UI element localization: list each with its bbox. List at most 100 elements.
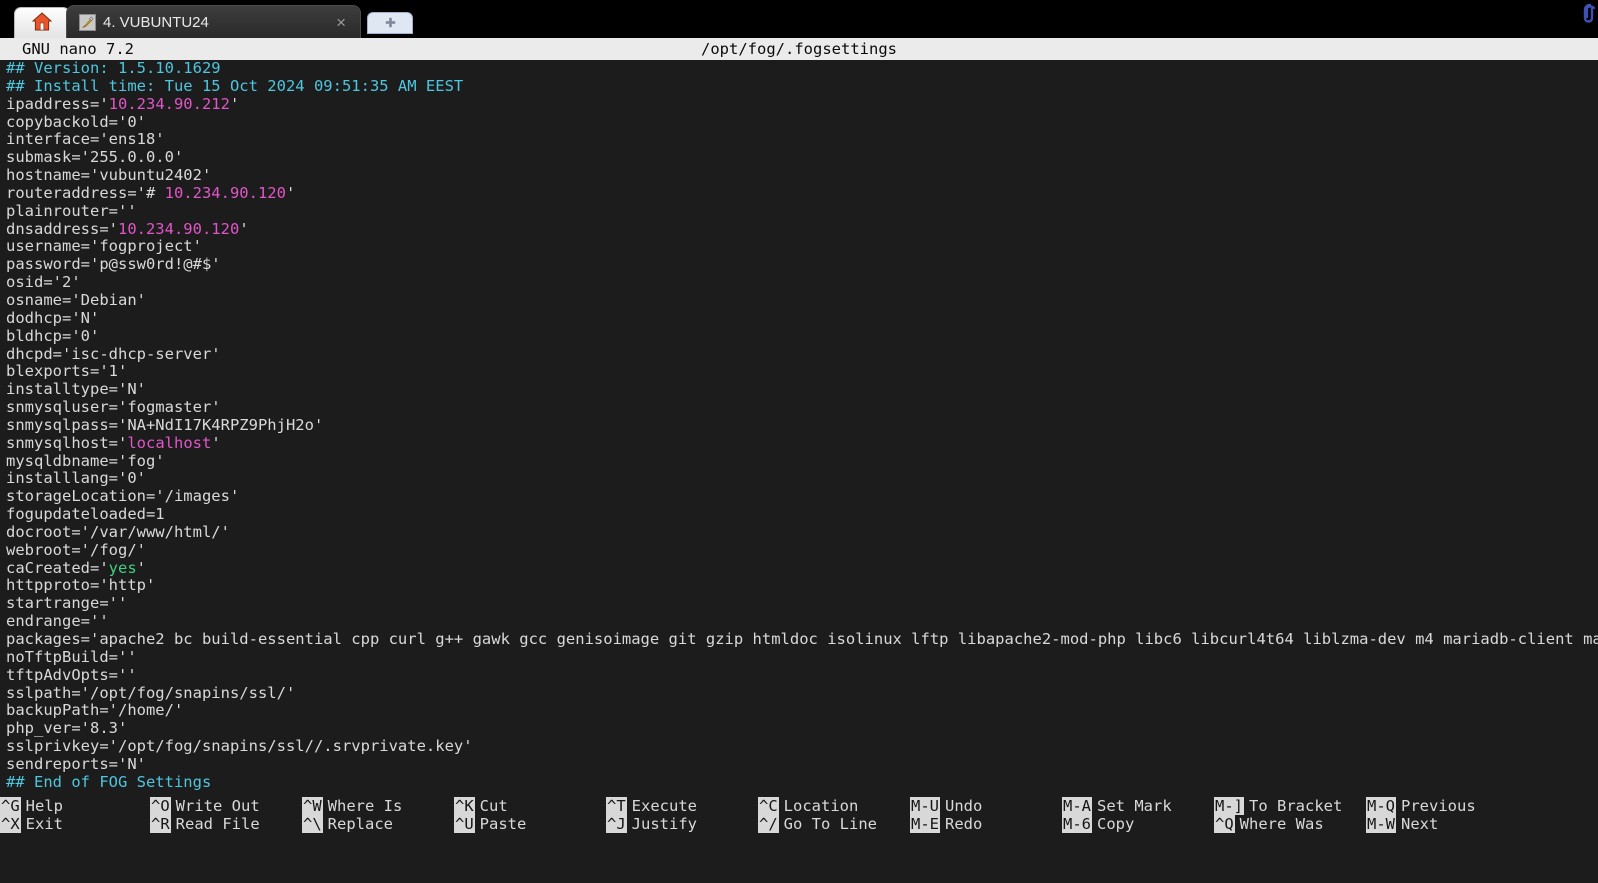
- editor-text-span: mysqldbname='fog': [6, 452, 165, 470]
- shortcut-justify[interactable]: ^J Justify: [606, 815, 758, 833]
- shortcut-key: ^R: [150, 815, 171, 833]
- editor-line: noTftpBuild='': [0, 649, 1598, 667]
- editor-text-span: copybackold='0': [6, 113, 146, 131]
- shortcut-cut[interactable]: ^K Cut: [454, 797, 606, 815]
- shortcut-label: Help: [25, 797, 63, 815]
- editor-line: backupPath='/home/': [0, 702, 1598, 720]
- editor-line: snmysqlhost='localhost': [0, 435, 1598, 453]
- shortcut-row-primary: ^G Help ^O Write Out ^W Where Is ^K Cut ^T Execut…: [0, 793, 1598, 815]
- shortcut-go-to-line[interactable]: ^/Go To Line: [758, 815, 910, 833]
- shortcut-key: ^J: [606, 815, 627, 833]
- shortcut-label: Redo: [945, 815, 983, 833]
- close-icon[interactable]: ×: [330, 14, 352, 31]
- new-tab-button[interactable]: [367, 12, 413, 34]
- editor-line: osid='2': [0, 274, 1598, 292]
- shortcut-key: ^C: [758, 797, 779, 815]
- shortcut-redo[interactable]: M-E Redo: [910, 815, 1062, 833]
- editor-text-span: 10.234.90.212: [108, 95, 230, 113]
- editor-line: tftpAdvOpts='': [0, 667, 1598, 685]
- editor-text-span: ## End of FOG Settings: [6, 773, 212, 791]
- shortcut-label: Undo: [945, 797, 983, 815]
- editor-line: installlang='0': [0, 470, 1598, 488]
- editor-line: dhcpd='isc-dhcp-server': [0, 346, 1598, 364]
- shortcut-write-out[interactable]: ^O Write Out: [150, 797, 302, 815]
- clip-icon[interactable]: [1574, 2, 1596, 24]
- editor-text-span: ': [229, 95, 240, 113]
- terminal-app-icon: [79, 13, 96, 31]
- shortcut-previous[interactable]: M-Q Previous: [1366, 797, 1518, 815]
- shortcut-replace[interactable]: ^\ Replace: [302, 815, 454, 833]
- shortcut-set-mark[interactable]: M-A Set Mark: [1062, 797, 1214, 815]
- shortcut-label: To Bracket: [1249, 797, 1343, 815]
- shortcut-copy[interactable]: M-6 Copy: [1062, 815, 1214, 833]
- shortcut-key: ^\: [302, 815, 323, 833]
- shortcut-where-is[interactable]: ^W Where Is: [302, 797, 454, 815]
- editor-line: docroot='/var/www/html/': [0, 524, 1598, 542]
- nano-text-area[interactable]: ## Version: 1.5.10.1629 ## Install time: …: [0, 60, 1598, 838]
- editor-text-span: noTftpBuild='': [6, 648, 137, 666]
- shortcut-key: ^O: [150, 797, 171, 815]
- shortcut-label: Location: [783, 797, 859, 815]
- nano-shortcut-bar: ^G Help ^O Write Out ^W Where Is ^K Cut ^T Execut…: [0, 793, 1598, 838]
- editor-text-span: startrange='': [6, 595, 128, 613]
- editor-text-span: 10.234.90.120: [164, 184, 286, 202]
- editor-line: ## Version: 1.5.10.1629: [0, 60, 1598, 78]
- editor-text-span: dhcpd='isc-dhcp-server': [6, 345, 221, 363]
- editor-line: password='p@ssw0rd!@#$': [0, 256, 1598, 274]
- shortcut-key: ^Q: [1214, 815, 1235, 833]
- editor-line: interface='ens18': [0, 131, 1598, 149]
- shortcut-read-file[interactable]: ^R Read File: [150, 815, 302, 833]
- editor-text-span: ': [211, 434, 221, 452]
- shortcut-execute[interactable]: ^T Execute: [606, 797, 758, 815]
- shortcut-exit[interactable]: ^X Exit: [0, 815, 150, 833]
- editor-text-span: sslprivkey='/opt/fog/snapins/ssl//.srvpr…: [6, 738, 473, 756]
- shortcut-label: Where Is: [327, 797, 403, 815]
- editor-text-span: plainrouter='': [6, 202, 137, 220]
- plus-icon: [385, 17, 396, 30]
- shortcut-row-secondary: ^X Exit ^R Read File ^\ Replace ^U Paste ^J Justi…: [0, 815, 1598, 833]
- editor-text-span: backupPath='/home/': [6, 702, 184, 720]
- editor-text-span: localhost: [127, 434, 212, 452]
- shortcut-key: ^X: [0, 815, 21, 833]
- editor-line: packages='apache2 bc build-essential cpp…: [0, 631, 1598, 649]
- shortcut-key: ^K: [454, 797, 475, 815]
- shortcut-undo[interactable]: M-U Undo: [910, 797, 1062, 815]
- editor-line: bldhcp='0': [0, 328, 1598, 346]
- editor-line: username='fogproject': [0, 238, 1598, 256]
- shortcut-to-bracket[interactable]: M-] To Bracket: [1214, 797, 1366, 815]
- editor-line: osname='Debian': [0, 292, 1598, 310]
- shortcut-next[interactable]: M-W Next: [1366, 815, 1518, 833]
- shortcut-label: Cut: [479, 797, 508, 815]
- editor-text-span: sendreports='N': [6, 755, 146, 773]
- terminal-tab[interactable]: 4. VUBUNTU24 ×: [66, 5, 361, 38]
- shortcut-paste[interactable]: ^U Paste: [454, 815, 606, 833]
- editor-line: blexports='1': [0, 363, 1598, 381]
- shortcut-where-was[interactable]: ^Q Where Was: [1214, 815, 1366, 833]
- nano-header-bar: GNU nano 7.2 /opt/fog/.fogsettings: [0, 38, 1598, 60]
- editor-line: sendreports='N': [0, 756, 1598, 774]
- editor-text-span: submask='255.0.0.0': [6, 149, 184, 167]
- shortcut-key: M-]: [1214, 797, 1244, 815]
- terminal-tab-label: 4. VUBUNTU24: [103, 13, 209, 31]
- editor-text-span: packages='apache2 bc build-essential cpp…: [6, 631, 1598, 648]
- editor-line: httpproto='http': [0, 577, 1598, 595]
- editor-text-span: ': [239, 220, 249, 238]
- editor-text-span: endrange='': [6, 613, 109, 631]
- editor-line-list: ## Version: 1.5.10.1629 ## Install time: …: [0, 60, 1598, 792]
- editor-line: ## End of FOG Settings: [0, 774, 1598, 792]
- home-tab-button[interactable]: [14, 7, 70, 38]
- editor-line: submask='255.0.0.0': [0, 149, 1598, 167]
- editor-line: routeraddress='# 10.234.90.120': [0, 185, 1598, 203]
- shortcut-location[interactable]: ^C Location: [758, 797, 910, 815]
- editor-text-span: dnsaddress=': [6, 220, 118, 238]
- shortcut-help[interactable]: ^G Help: [0, 797, 150, 815]
- editor-line: ipaddress='10.234.90.212': [0, 96, 1598, 114]
- editor-text-span: sslpath='/opt/fog/snapins/ssl/': [6, 684, 296, 702]
- editor-text-span: ': [136, 559, 146, 577]
- editor-text-span: interface='ens18': [6, 131, 165, 149]
- editor-text-span: ': [285, 184, 296, 202]
- editor-line: sslprivkey='/opt/fog/snapins/ssl//.srvpr…: [0, 738, 1598, 756]
- editor-text-span: snmysqlhost=': [6, 434, 128, 452]
- editor-text-span: password='p@ssw0rd!@#$': [6, 256, 221, 274]
- editor-line: snmysqluser='fogmaster': [0, 399, 1598, 417]
